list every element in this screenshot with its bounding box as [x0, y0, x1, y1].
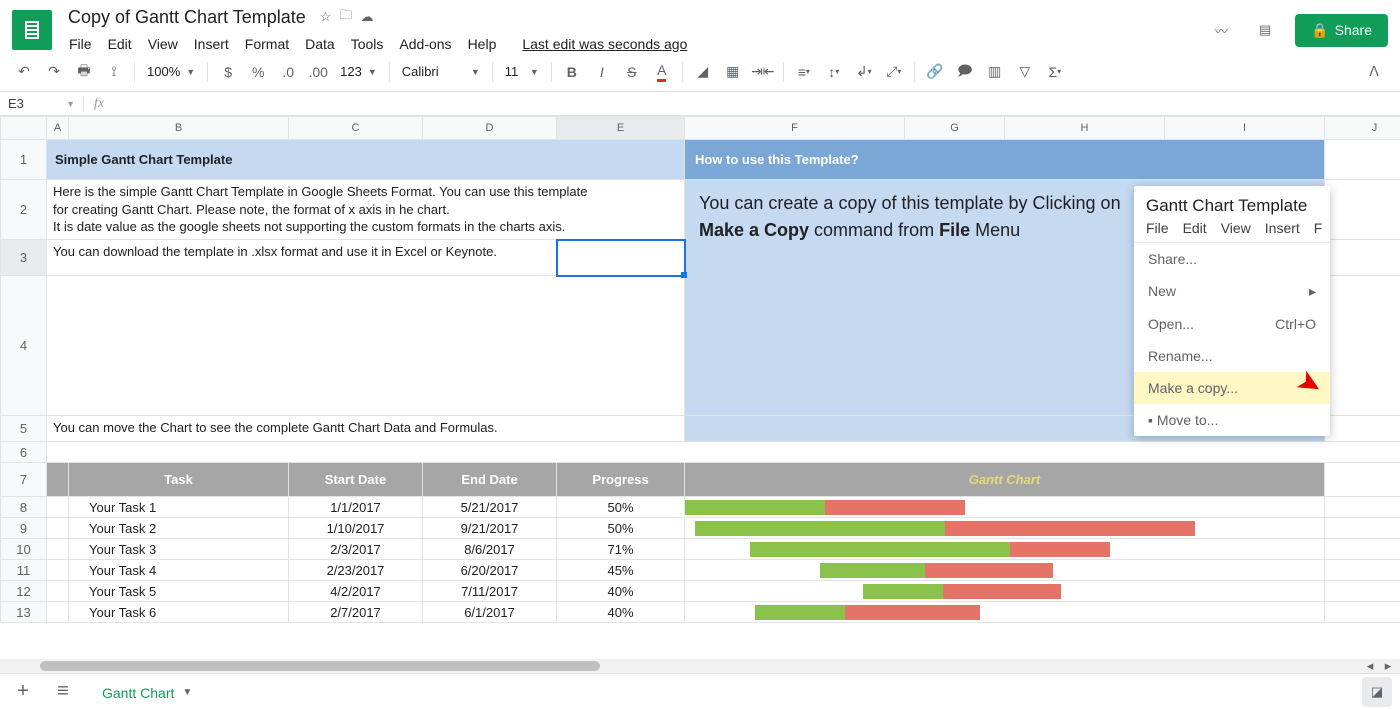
scroll-thumb[interactable]	[40, 661, 600, 671]
activity-icon[interactable]: 〰	[1207, 16, 1235, 44]
sheet-tab-bar: + ≡ Gantt Chart▼ ◪	[0, 673, 1400, 709]
link-icon[interactable]: 🔗	[921, 58, 949, 86]
add-sheet-icon[interactable]: +	[8, 680, 38, 703]
gantt-bar	[685, 497, 1325, 518]
undo-icon[interactable]: ↶	[10, 58, 38, 86]
gantt-bar	[685, 602, 1325, 623]
file-menu-screenshot: Gantt Chart Template FileEditViewInsertF…	[1134, 186, 1330, 436]
scroll-right-icon[interactable]: ▸	[1380, 658, 1396, 674]
hdr-task[interactable]: Task	[69, 463, 289, 497]
paint-format-icon[interactable]: ⟟	[100, 58, 128, 86]
explore-icon[interactable]: ◪	[1362, 677, 1392, 707]
horizontal-scrollbar[interactable]: ◂▸	[0, 659, 1400, 673]
gantt-bar	[685, 581, 1325, 602]
col-headers[interactable]: ABCDEFGHIJK	[1, 117, 1400, 140]
italic-icon[interactable]: I	[588, 58, 616, 86]
table-row: 9 Your Task 2 1/10/2017 9/21/2017 50%	[1, 518, 1400, 539]
gantt-bar	[685, 560, 1325, 581]
sheet-tab-active[interactable]: Gantt Chart▼	[88, 677, 206, 707]
text-color-icon[interactable]: A	[648, 58, 676, 86]
currency-icon[interactable]: $	[214, 58, 242, 86]
hdr-start[interactable]: Start Date	[289, 463, 423, 497]
gantt-bar	[685, 518, 1325, 539]
merge-icon[interactable]: ⇥⇤	[749, 58, 777, 86]
sheets-logo[interactable]	[12, 10, 52, 50]
increase-decimal-icon[interactable]: .00	[304, 58, 332, 86]
comment-icon[interactable]: 🗩	[951, 58, 979, 86]
wrap-icon[interactable]: ↲▾	[850, 58, 878, 86]
table-row: 8 Your Task 1 1/1/2017 5/21/2017 50%	[1, 497, 1400, 518]
formula-input[interactable]	[114, 92, 1400, 115]
borders-icon[interactable]: ▦	[719, 58, 747, 86]
spreadsheet-grid[interactable]: ABCDEFGHIJK 1 Simple Gantt Chart Templat…	[0, 116, 1400, 659]
lock-icon: 🔒	[1311, 22, 1328, 39]
star-icon[interactable]: ☆	[320, 9, 332, 25]
desc-cell[interactable]: Here is the simple Gantt Chart Template …	[47, 180, 685, 240]
halign-icon[interactable]: ≡▾	[790, 58, 818, 86]
strike-icon[interactable]: S	[618, 58, 646, 86]
formula-bar: E3▼ fx	[0, 92, 1400, 116]
table-row: 12 Your Task 5 4/2/2017 7/11/2017 40%	[1, 581, 1400, 602]
bold-icon[interactable]: B	[558, 58, 586, 86]
move-icon[interactable]: 🗀	[339, 6, 352, 28]
title-area: Copy of Gantt Chart Template ☆ 🗀 ☁ File …	[62, 5, 1207, 56]
redo-icon[interactable]: ↷	[40, 58, 68, 86]
instructions-area[interactable]: You can create a copy of this template b…	[685, 180, 1325, 416]
hdr-progress[interactable]: Progress	[557, 463, 685, 497]
hdr-end[interactable]: End Date	[423, 463, 557, 497]
title-right[interactable]: How to use this Template?	[685, 140, 1325, 180]
filter-icon[interactable]: ▽	[1011, 58, 1039, 86]
app-root: Copy of Gantt Chart Template ☆ 🗀 ☁ File …	[0, 0, 1400, 709]
decrease-decimal-icon[interactable]: .0	[274, 58, 302, 86]
title-left[interactable]: Simple Gantt Chart Template	[47, 140, 685, 180]
share-button[interactable]: 🔒 Share	[1295, 14, 1388, 47]
comments-icon[interactable]: ▤	[1251, 16, 1279, 44]
table-row: 10 Your Task 3 2/3/2017 8/6/2017 71%	[1, 539, 1400, 560]
selected-cell-e3[interactable]	[557, 240, 685, 276]
toolbar: ↶ ↷ 🖶 ⟟ 100%▼ $ % .0 .00 123▼ Calibri▼ 1…	[0, 52, 1400, 92]
cloud-icon[interactable]: ☁	[360, 9, 373, 25]
fontsize-select[interactable]: 11▼	[499, 59, 545, 85]
table-row: 13 Your Task 6 2/7/2017 6/1/2017 40%	[1, 602, 1400, 623]
gantt-chart-title[interactable]: Gantt Chart	[685, 463, 1325, 497]
chart-icon[interactable]: ▥	[981, 58, 1009, 86]
percent-icon[interactable]: %	[244, 58, 272, 86]
all-sheets-icon[interactable]: ≡	[48, 680, 78, 703]
move-note[interactable]: You can move the Chart to see the comple…	[47, 416, 685, 442]
doc-title[interactable]: Copy of Gantt Chart Template	[62, 5, 312, 30]
font-select[interactable]: Calibri▼	[396, 59, 486, 85]
more-formats[interactable]: 123▼	[334, 59, 383, 85]
functions-icon[interactable]: Σ▾	[1041, 58, 1069, 86]
zoom-select[interactable]: 100%▼	[141, 59, 201, 85]
print-icon[interactable]: 🖶	[70, 58, 98, 86]
gantt-bar	[685, 539, 1325, 560]
table-row: 11 Your Task 4 2/23/2017 6/20/2017 45%	[1, 560, 1400, 581]
rotate-icon[interactable]: ⤢▾	[880, 58, 908, 86]
share-label: Share	[1335, 22, 1372, 38]
collapse-toolbar-icon[interactable]: ᐱ	[1360, 58, 1388, 86]
fx-label: fx	[84, 96, 114, 112]
titlebar: Copy of Gantt Chart Template ☆ 🗀 ☁ File …	[0, 0, 1400, 52]
fill-color-icon[interactable]: ◢	[689, 58, 717, 86]
scroll-left-icon[interactable]: ◂	[1362, 658, 1378, 674]
name-box[interactable]: E3▼	[0, 96, 84, 111]
desc2-cell[interactable]: You can download the template in .xlsx f…	[47, 240, 557, 276]
valign-icon[interactable]: ↕▾	[820, 58, 848, 86]
